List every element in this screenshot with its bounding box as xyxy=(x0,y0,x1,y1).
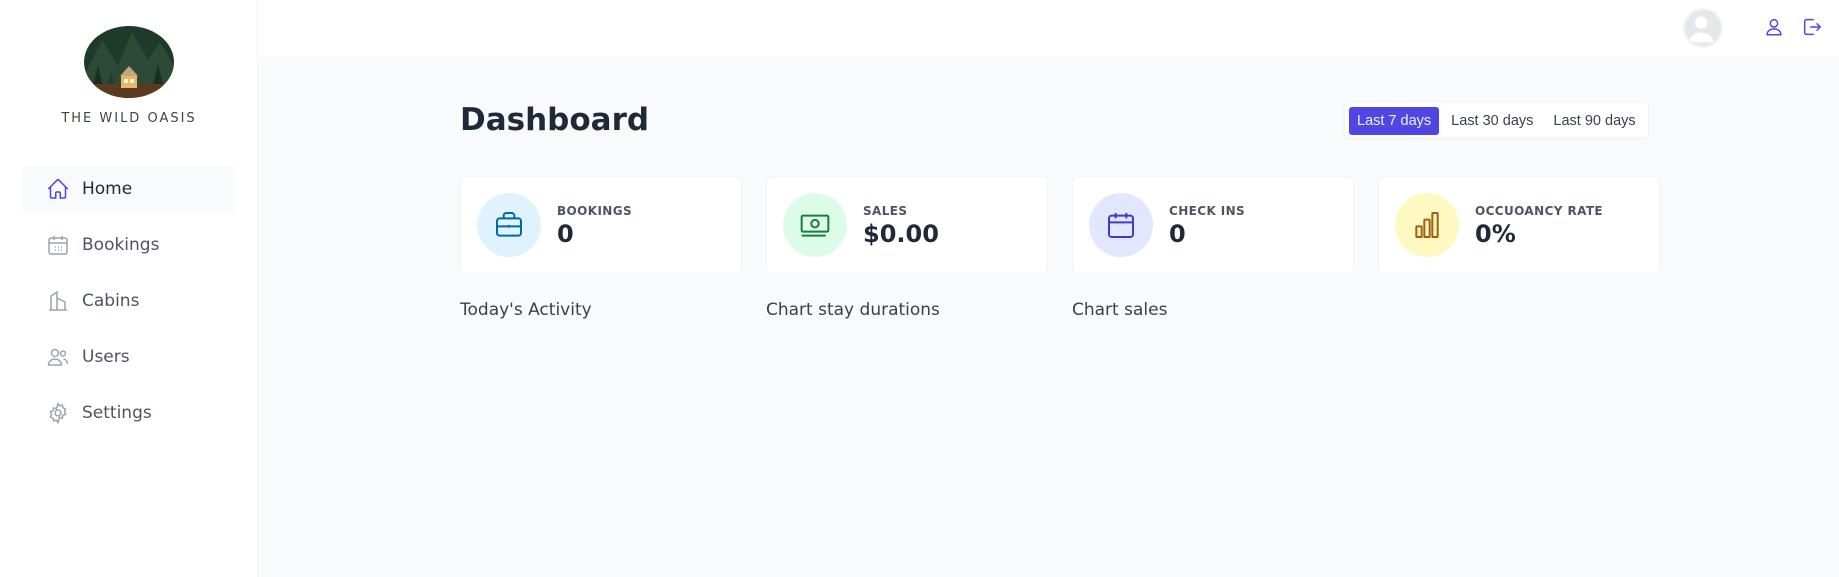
users-icon xyxy=(46,345,70,369)
main-content: Dashboard Last 7 days Last 30 days Last … xyxy=(258,58,1839,577)
logo-image-icon xyxy=(84,26,174,98)
stat-label: SALES xyxy=(863,204,908,218)
date-filter: Last 7 days Last 30 days Last 90 days xyxy=(1344,102,1649,138)
sidebar-item-label: Cabins xyxy=(82,291,140,311)
calendar-icon xyxy=(46,233,70,257)
sidebar: THE WILD OASIS Home Bookings Cabins User… xyxy=(0,0,258,577)
chart-bar-icon xyxy=(1395,193,1459,257)
stat-card-bookings: BOOKINGS 0 xyxy=(460,176,742,274)
todays-activity-heading: Today's Activity xyxy=(460,300,592,320)
stat-value: 0 xyxy=(1169,220,1186,248)
sidebar-item-label: Bookings xyxy=(82,235,160,255)
avatar-placeholder-icon xyxy=(1688,16,1714,43)
stat-value: $0.00 xyxy=(863,220,939,248)
user-icon[interactable] xyxy=(1763,16,1785,38)
stat-label: BOOKINGS xyxy=(557,204,633,218)
stat-value: 0 xyxy=(557,220,574,248)
stat-card-sales: SALES $0.00 xyxy=(766,176,1048,274)
stat-card-occupancy-rate: OCCUOANCY RATE 0% xyxy=(1378,176,1660,274)
sidebar-item-bookings[interactable]: Bookings xyxy=(22,221,235,269)
gear-icon xyxy=(46,401,70,425)
avatar[interactable] xyxy=(1683,8,1723,48)
logo[interactable]: THE WILD OASIS xyxy=(0,26,258,126)
sidebar-item-label: Users xyxy=(82,347,130,367)
filter-last-30-days[interactable]: Last 30 days xyxy=(1443,107,1541,135)
sidebar-item-label: Home xyxy=(82,179,133,199)
home-icon xyxy=(46,177,70,201)
calendar-days-icon xyxy=(1089,193,1153,257)
stat-label: CHECK INS xyxy=(1169,204,1246,218)
banknotes-icon xyxy=(783,193,847,257)
sidebar-item-settings[interactable]: Settings xyxy=(22,389,235,437)
chart-stay-durations-heading: Chart stay durations xyxy=(766,300,940,320)
chart-sales-heading: Chart sales xyxy=(1072,300,1168,320)
brand-name: THE WILD OASIS xyxy=(61,111,197,126)
page-title: Dashboard xyxy=(460,102,650,138)
stat-label: OCCUOANCY RATE xyxy=(1475,204,1604,218)
sidebar-item-users[interactable]: Users xyxy=(22,333,235,381)
sidebar-nav: Home Bookings Cabins Users Settings xyxy=(22,165,235,445)
filter-last-90-days[interactable]: Last 90 days xyxy=(1545,107,1643,135)
filter-last-7-days[interactable]: Last 7 days xyxy=(1349,107,1440,135)
stat-value: 0% xyxy=(1475,220,1516,248)
sidebar-item-label: Settings xyxy=(82,403,152,423)
building-icon xyxy=(46,289,70,313)
logout-icon[interactable] xyxy=(1801,16,1823,38)
sidebar-item-cabins[interactable]: Cabins xyxy=(22,277,235,325)
briefcase-icon xyxy=(477,193,541,257)
top-header xyxy=(258,0,1839,58)
sidebar-item-home[interactable]: Home xyxy=(22,165,235,213)
stat-card-check-ins: CHECK INS 0 xyxy=(1072,176,1354,274)
